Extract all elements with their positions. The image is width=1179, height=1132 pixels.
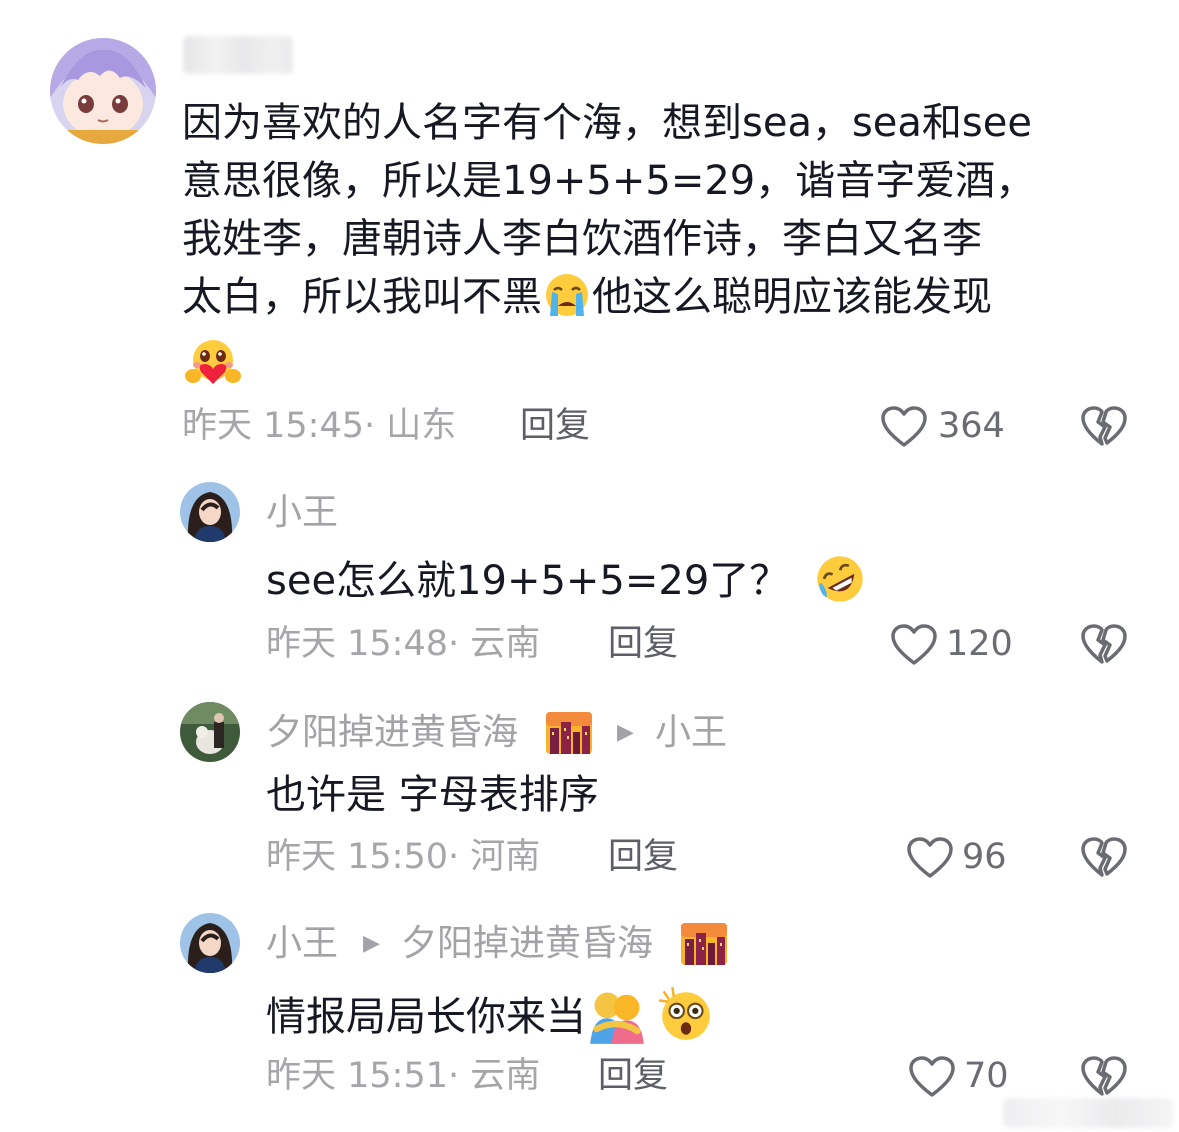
comment-text-body: 情报局局长你来当: [266, 994, 586, 1040]
reply-to-author[interactable]: 夕阳掉进黄昏海: [401, 922, 653, 966]
rolling-on-floor-laughing-emoji: [817, 556, 863, 602]
broken-heart-icon[interactable]: [1080, 836, 1128, 880]
author-name-blurred: [183, 36, 293, 74]
reply-to-author[interactable]: 小王: [655, 711, 727, 755]
broken-heart-icon[interactable]: [1080, 623, 1128, 667]
comment-author[interactable]: 夕阳掉进黄昏海: [266, 711, 518, 755]
like-count: 364: [938, 406, 1005, 446]
comment-text: 也许是 字母表排序: [266, 772, 599, 818]
comment-author[interactable]: 小王: [266, 491, 338, 535]
girl-avatar-image: [180, 482, 240, 542]
comment-meta: 昨天 15:50· 河南: [266, 837, 541, 877]
avatar[interactable]: [50, 38, 156, 144]
loudly-crying-face-emoji: [546, 274, 588, 316]
heart-outline-icon[interactable]: [908, 1055, 956, 1099]
comment-text-line-3: 我姓李，唐朝诗人李白饮酒作诗，李白又名李: [182, 216, 982, 262]
like-count: 120: [946, 624, 1013, 664]
girl-avatar-image: [180, 913, 240, 973]
reply-button[interactable]: 回复: [520, 404, 590, 448]
reply-button[interactable]: 回复: [608, 835, 678, 879]
comment-text-line-4: 太白，所以我叫不黑 他这么聪明应该能发现: [182, 268, 992, 326]
comment-text-line-4-end: 他这么聪明应该能发现: [592, 274, 992, 320]
play-arrow-icon: ▶: [363, 931, 380, 956]
comment-text-line-1: 因为喜欢的人名字有个海，想到sea，sea和see: [182, 100, 1032, 146]
astonished-face-emoji: [658, 986, 710, 1040]
avatar[interactable]: [180, 913, 240, 973]
reply-button[interactable]: 回复: [598, 1054, 668, 1098]
face-holding-heart-emoji: [185, 340, 241, 384]
cityscape-dusk-emoji: [681, 923, 727, 965]
like-count: 70: [964, 1056, 1009, 1096]
heart-outline-icon[interactable]: [880, 405, 928, 449]
comment-text-body: see怎么就19+5+5=29了？: [266, 558, 790, 604]
heart-outline-icon[interactable]: [906, 836, 954, 880]
comment-text: see怎么就19+5+5=29了？: [266, 552, 869, 608]
broken-heart-icon[interactable]: [1080, 405, 1128, 449]
reply-button[interactable]: 回复: [608, 622, 678, 666]
anime-avatar-image: [50, 38, 156, 144]
comment-meta: 昨天 15:51· 云南: [266, 1056, 541, 1096]
outdoor-avatar-image: [180, 702, 240, 762]
people-hugging-emoji: [590, 992, 644, 1044]
heart-outline-icon[interactable]: [890, 623, 938, 667]
avatar[interactable]: [180, 702, 240, 762]
avatar[interactable]: [180, 482, 240, 542]
watermark-blurred: [1003, 1098, 1173, 1128]
comment-meta: 昨天 15:48· 云南: [266, 624, 541, 664]
comment-meta: 昨天 15:45· 山东: [182, 406, 457, 446]
comment-text: 情报局局长你来当: [266, 984, 716, 1044]
like-count: 96: [962, 837, 1007, 877]
comment-text-line-2: 意思很像，所以是19+5+5=29，谐音字爱酒，: [182, 158, 1036, 204]
comment-author[interactable]: 小王: [266, 922, 338, 966]
play-arrow-icon: ▶: [617, 720, 634, 745]
broken-heart-icon[interactable]: [1080, 1055, 1128, 1099]
cityscape-dusk-emoji: [546, 712, 592, 754]
comment-text-line-4-start: 太白，所以我叫不黑: [182, 274, 542, 320]
